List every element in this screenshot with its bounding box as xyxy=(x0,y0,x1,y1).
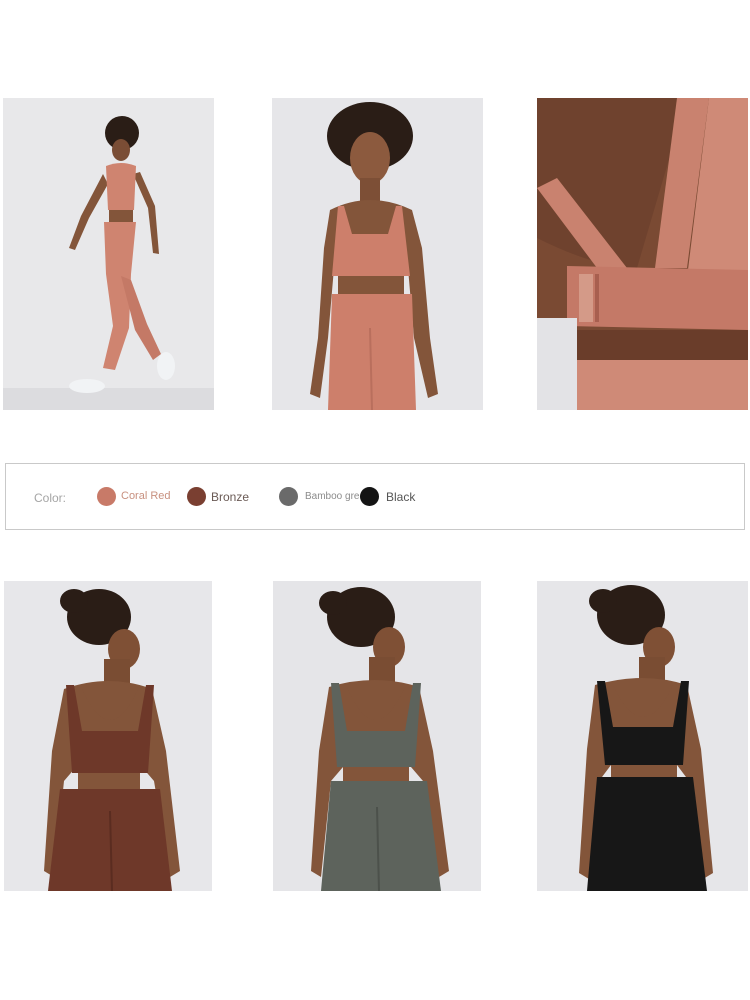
color-swatch-black[interactable] xyxy=(360,487,379,506)
product-photo-black-back xyxy=(537,581,748,891)
color-name-coral-red[interactable]: Coral Red xyxy=(121,490,171,502)
color-label: Color: xyxy=(34,491,67,505)
product-photo-bronze-back xyxy=(4,581,212,891)
color-swatch-bamboo-green[interactable] xyxy=(279,487,298,506)
product-photo-coral-red-back-closeup xyxy=(537,98,748,410)
color-swatch-coral-red[interactable] xyxy=(97,487,116,506)
color-name-black[interactable]: Black xyxy=(386,490,415,504)
color-name-bronze[interactable]: Bronze xyxy=(211,490,249,504)
color-swatch-bronze[interactable] xyxy=(187,487,206,506)
color-selector: Color: Coral Red Bronze Bamboo green Bla… xyxy=(5,463,745,530)
product-photo-coral-red-walking xyxy=(3,98,214,410)
product-photo-bamboo-green-back xyxy=(273,581,481,891)
product-photo-coral-red-front xyxy=(272,98,483,410)
